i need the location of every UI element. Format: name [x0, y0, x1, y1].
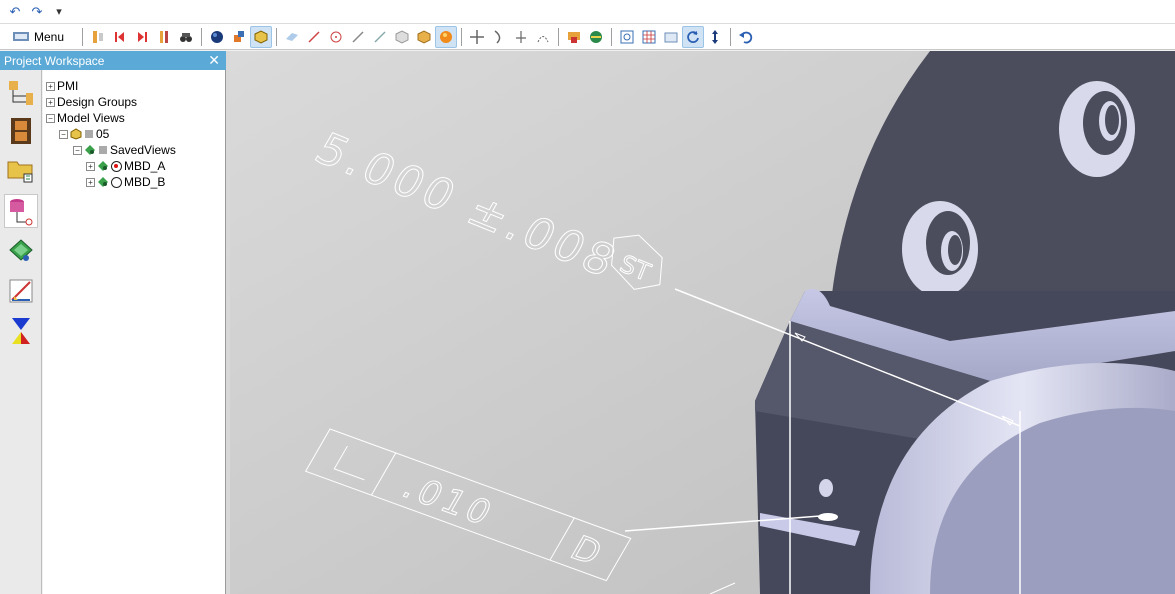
active-view-radio[interactable]	[111, 160, 122, 172]
tree-node-label: SavedViews	[110, 143, 176, 157]
color-icon[interactable]	[563, 26, 585, 48]
menu-label: Menu	[34, 29, 65, 44]
inactive-view-radio[interactable]	[111, 176, 122, 188]
panel-title: Project Workspace	[4, 53, 105, 68]
menu-icon	[13, 31, 29, 41]
zoom-fit-icon[interactable]	[616, 26, 638, 48]
expand-icon[interactable]: +	[86, 177, 95, 187]
globe-icon[interactable]	[585, 26, 607, 48]
view-set-icon	[85, 145, 95, 155]
collapse-icon[interactable]: −	[46, 113, 55, 123]
workspace-icon-strip	[0, 70, 42, 594]
collapse-icon[interactable]: −	[59, 129, 68, 139]
database-icon[interactable]	[4, 194, 38, 228]
model-viewport[interactable]: 5.000 ±.008 ST .010 D	[230, 51, 1175, 594]
folder-tree-icon[interactable]	[4, 154, 38, 188]
toolbar-separator	[276, 27, 278, 46]
move-icon[interactable]	[466, 26, 488, 48]
tree-node-model-views[interactable]: − Model Views	[46, 110, 125, 126]
tree-node-label: Model Views	[57, 111, 125, 125]
curve-icon[interactable]	[532, 26, 554, 48]
list-icon[interactable]	[153, 26, 175, 48]
close-icon[interactable]: ✕	[208, 51, 220, 70]
toolbar-separator	[611, 27, 613, 46]
render-icon[interactable]	[435, 25, 458, 48]
tree-node-label: 05	[96, 127, 110, 141]
next-view-icon[interactable]	[131, 26, 153, 48]
toolbar-icons	[87, 25, 757, 48]
toolbar-separator	[730, 27, 732, 46]
tree-node-pmi[interactable]: + PMI	[46, 78, 78, 94]
rotate-icon[interactable]	[682, 25, 705, 48]
prev-view-icon[interactable]	[109, 26, 131, 48]
leader-arrow	[818, 513, 838, 521]
line-icon[interactable]	[303, 26, 325, 48]
expand-icon[interactable]: +	[86, 161, 95, 171]
toolbar-separator	[82, 27, 84, 46]
redo-icon[interactable]: ↷	[28, 3, 46, 21]
hourglass-icon[interactable]	[4, 314, 38, 348]
expand-icon[interactable]: +	[46, 81, 55, 91]
tree-node-label: MBD_A	[124, 159, 166, 173]
menu-button[interactable]: Menu	[6, 26, 70, 48]
section-plane-icon[interactable]	[281, 26, 303, 48]
view-icon	[98, 161, 108, 171]
layer-icon	[85, 130, 93, 138]
tree-node-label: PMI	[57, 79, 79, 93]
axes-icon[interactable]	[510, 26, 532, 48]
bolt-hole	[902, 201, 978, 297]
circle-icon[interactable]	[325, 26, 347, 48]
tree-node-05[interactable]: − 05	[59, 126, 109, 142]
solid-box-icon[interactable]	[413, 26, 435, 48]
part-icon	[70, 128, 82, 140]
toolbar-separator	[558, 27, 560, 46]
bend-icon[interactable]	[488, 26, 510, 48]
expand-icon[interactable]: +	[46, 97, 55, 107]
viewport-canvas[interactable]: 5.000 ±.008 ST .010 D	[230, 51, 1175, 594]
small-hole	[819, 479, 833, 497]
grid-icon[interactable]	[638, 26, 660, 48]
exploded-icon[interactable]	[228, 26, 250, 48]
assembly-tree-icon[interactable]	[4, 76, 38, 110]
toolbar-separator	[461, 27, 463, 46]
sphere-icon[interactable]	[206, 26, 228, 48]
film-icon[interactable]	[4, 114, 38, 148]
drawing-icon[interactable]	[4, 274, 38, 308]
structure-icon[interactable]	[87, 26, 109, 48]
tree-node-mbd-a[interactable]: + MBD_A	[86, 158, 165, 174]
workspace-tree: + PMI + Design Groups − Model Views − 05…	[43, 70, 226, 594]
project-workspace-header: Project Workspace ✕	[0, 51, 226, 70]
tree-node-design-groups[interactable]: + Design Groups	[46, 94, 137, 110]
line-diagonal-icon[interactable]	[347, 26, 369, 48]
main-toolbar: Menu	[0, 24, 1175, 50]
collapse-icon[interactable]: −	[73, 145, 82, 155]
toolbar-separator	[201, 27, 203, 46]
layer-icon	[99, 146, 107, 154]
undo-view-icon[interactable]	[735, 26, 757, 48]
undo-icon[interactable]: ↶	[6, 3, 24, 21]
updown-icon[interactable]	[704, 26, 726, 48]
shaded-box-icon[interactable]	[391, 26, 413, 48]
tree-node-label: MBD_B	[124, 175, 166, 189]
view-icon	[98, 177, 108, 187]
tree-node-mbd-b[interactable]: + MBD_B	[86, 174, 165, 190]
tree-node-label: Design Groups	[57, 95, 138, 109]
model-views-icon[interactable]	[4, 234, 38, 268]
tree-node-savedviews[interactable]: − SavedViews	[73, 142, 176, 158]
quick-access-toolbar: ↶ ↷ ▾	[0, 0, 1175, 24]
part-box-icon[interactable]	[250, 25, 273, 48]
binoculars-icon[interactable]	[175, 26, 197, 48]
window-icon[interactable]	[660, 26, 682, 48]
line-angle-icon[interactable]	[369, 26, 391, 48]
customize-dropdown-icon[interactable]: ▾	[50, 3, 68, 21]
bolt-hole	[1059, 81, 1135, 177]
